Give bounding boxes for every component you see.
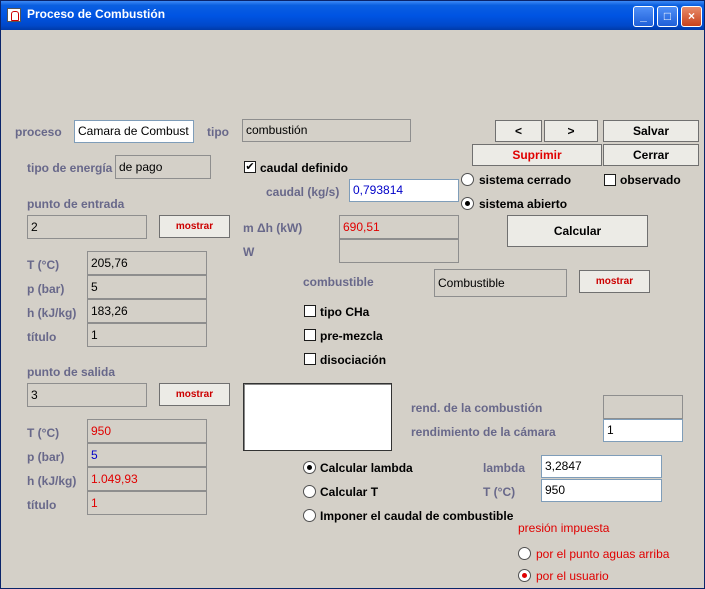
next-button[interactable]: > [544,120,598,142]
entrada-t-label: T (°C) [27,258,60,272]
rend-camara-label: rendimiento de la cámara [411,425,556,439]
presion-usuario-label: por el usuario [536,569,609,583]
salida-title: punto de salida [27,365,116,379]
w-label: W [243,245,255,259]
tipo-label: tipo [207,125,229,139]
entrada-p-field: 5 [87,275,207,299]
salvar-button[interactable]: Salvar [603,120,699,142]
calcular-lambda-label: Calcular lambda [320,461,413,475]
presion-title: presión impuesta [518,521,610,535]
calcular-lambda-radio[interactable] [303,461,316,474]
proceso-field[interactable]: Camara de Combust [74,120,194,143]
sistema-abierto-label: sistema abierto [479,197,568,211]
title-bar[interactable]: Proceso de Combustión _ □ × [1,1,704,30]
presion-aguas-arriba-label: por el punto aguas arriba [536,547,670,561]
rend-combustion-field [603,395,683,419]
proceso-label: proceso [15,125,62,139]
observado-checkbox[interactable] [604,174,616,186]
rend-combustion-label: rend. de la combustión [411,401,543,415]
calcular-t-label: Calcular T [320,485,379,499]
pre-mezcla-checkbox[interactable] [304,329,316,341]
caudal-definido-label: caudal definido [260,161,349,175]
notes-textarea[interactable] [243,383,392,451]
mdh-field: 690,51 [339,215,459,239]
tipo-cha-label: tipo CHa [320,305,370,319]
salida-t-field: 950 [87,419,207,443]
entrada-punto-field: 2 [27,215,147,239]
entrada-h-label: h (kJ/kg) [27,306,77,320]
combustion-window: Proceso de Combustión _ □ × proceso Cama… [0,0,705,589]
entrada-title: punto de entrada [27,197,125,211]
salida-titulo-label: título [27,498,57,512]
calcular-t-radio[interactable] [303,485,316,498]
entrada-p-label: p (bar) [27,282,65,296]
lambda-input[interactable]: 3,2847 [541,455,662,478]
t-out-label: T (°C) [483,485,516,499]
entrada-mostrar-button[interactable]: mostrar [159,215,230,238]
energia-field: de pago [115,155,211,179]
sistema-cerrado-radio[interactable] [461,173,474,186]
disociacion-checkbox[interactable] [304,353,316,365]
caudal-input[interactable]: 0,793814 [349,179,459,202]
presion-usuario-radio[interactable] [518,569,531,582]
entrada-t-field: 205,76 [87,251,207,275]
salida-titulo-field: 1 [87,491,207,515]
w-field [339,239,459,263]
presion-aguas-arriba-radio[interactable] [518,547,531,560]
entrada-titulo-label: título [27,330,57,344]
pre-mezcla-label: pre-mezcla [320,329,383,343]
window-title: Proceso de Combustión [27,7,166,21]
maximize-button[interactable]: □ [657,6,678,27]
mdh-label: m Δh (kW) [243,221,303,235]
salida-mostrar-button[interactable]: mostrar [159,383,230,406]
sistema-cerrado-label: sistema cerrado [479,173,572,187]
entrada-titulo-field: 1 [87,323,207,347]
cerrar-button[interactable]: Cerrar [603,144,699,166]
salida-p-label: p (bar) [27,450,65,464]
imponer-caudal-label: Imponer el caudal de combustible [320,509,514,523]
entrada-h-field: 183,26 [87,299,207,323]
salida-p-field: 5 [87,443,207,467]
calcular-button[interactable]: Calcular [507,215,648,247]
minimize-button[interactable]: _ [633,6,654,27]
suprimir-button[interactable]: Suprimir [472,144,602,166]
t-out-input[interactable]: 950 [541,479,662,502]
lambda-label: lambda [483,461,526,475]
salida-t-label: T (°C) [27,426,60,440]
energia-label: tipo de energía [27,161,113,175]
observado-label: observado [620,173,681,187]
disociacion-label: disociación [320,353,387,367]
caudal-label: caudal (kg/s) [266,185,340,199]
imponer-caudal-radio[interactable] [303,509,316,522]
salida-punto-field: 3 [27,383,147,407]
combustible-field: Combustible [434,269,567,297]
combustible-mostrar-button[interactable]: mostrar [579,270,650,293]
java-app-icon [7,8,21,22]
sistema-abierto-radio[interactable] [461,197,474,210]
tipo-cha-checkbox[interactable] [304,305,316,317]
salida-h-field: 1.049,93 [87,467,207,491]
close-button[interactable]: × [681,6,702,27]
prev-button[interactable]: < [495,120,542,142]
combustible-label: combustible [303,275,374,289]
tipo-field: combustión [242,119,411,142]
salida-h-label: h (kJ/kg) [27,474,77,488]
rend-camara-input[interactable]: 1 [603,419,683,442]
caudal-definido-checkbox[interactable]: ✔ [244,161,256,173]
